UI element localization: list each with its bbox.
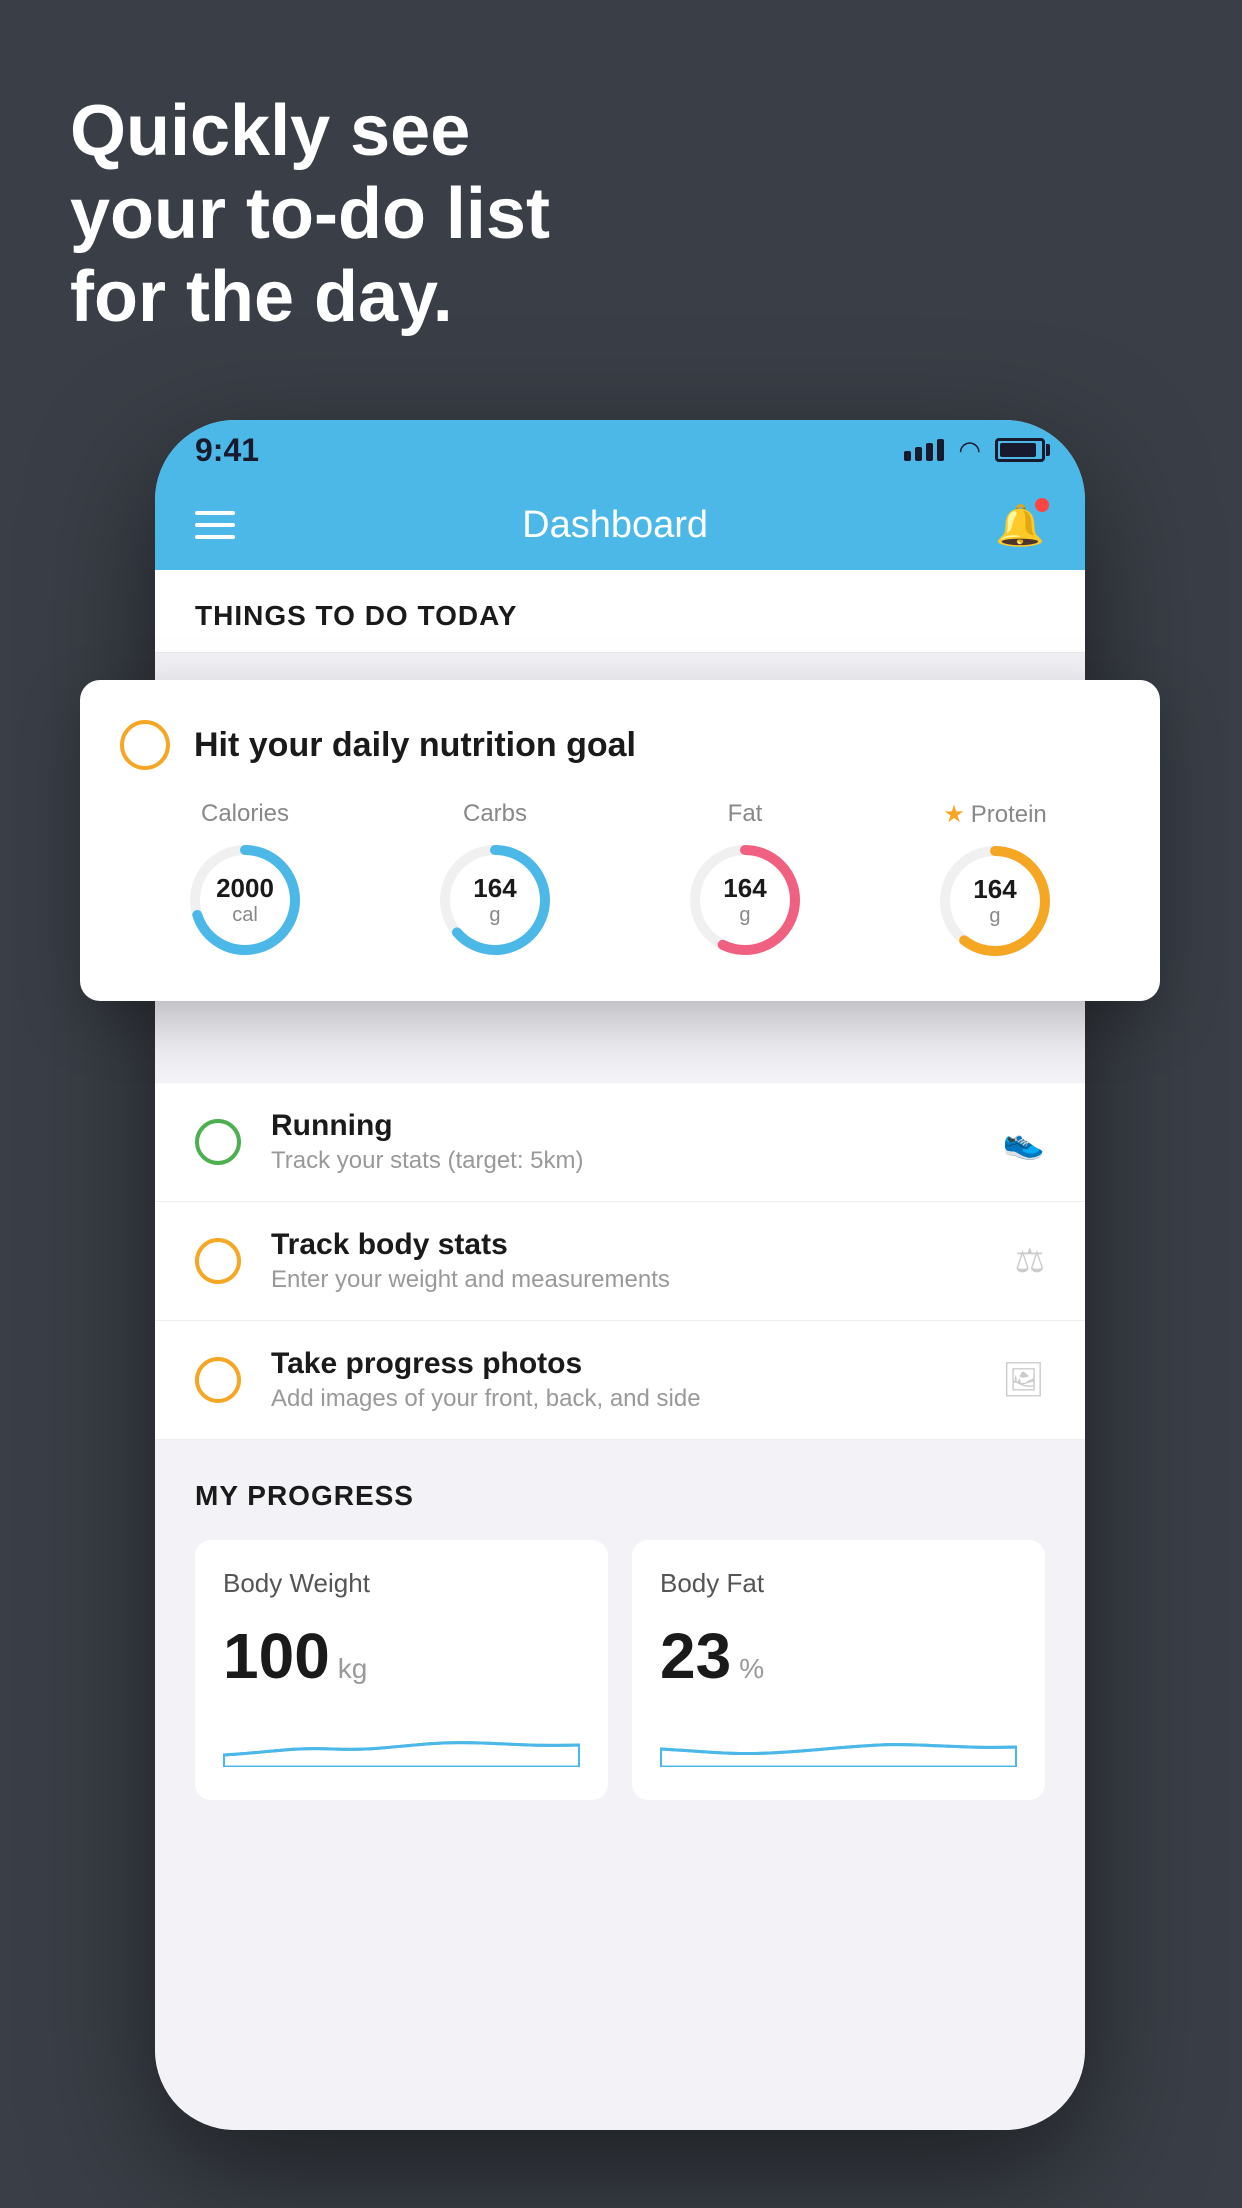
carbs-label: Carbs <box>463 800 527 828</box>
card-header-row: Hit your daily nutrition goal <box>120 720 1120 770</box>
carbs-donut: 164 g <box>435 840 555 960</box>
protein-label: ★ Protein <box>943 800 1047 829</box>
bodystats-circle <box>195 1238 241 1284</box>
photos-circle <box>195 1357 241 1403</box>
running-circle <box>195 1119 241 1165</box>
calories-item[interactable]: Calories 2000 cal <box>185 800 305 960</box>
list-item[interactable]: Running Track your stats (target: 5km) 👟 <box>155 1083 1085 1202</box>
protein-item[interactable]: ★ Protein 164 g <box>935 800 1055 961</box>
body-fat-sparkline <box>660 1717 1017 1767</box>
running-subtitle: Track your stats (target: 5km) <box>271 1147 973 1175</box>
nutrition-row: Calories 2000 cal Carbs <box>120 800 1120 961</box>
signal-icon <box>904 439 944 461</box>
photo-icon: 🖼 <box>1002 1360 1045 1400</box>
photos-subtitle: Add images of your front, back, and side <box>271 1385 972 1413</box>
carbs-value: 164 g <box>473 873 516 927</box>
body-fat-value: 23 <box>660 1619 731 1693</box>
calories-value: 2000 cal <box>216 873 274 927</box>
hamburger-menu[interactable] <box>195 511 235 539</box>
wifi-icon: ◠ <box>958 435 981 466</box>
todo-list: Running Track your stats (target: 5km) 👟… <box>155 1083 1085 1440</box>
battery-icon <box>995 438 1045 462</box>
list-item[interactable]: Track body stats Enter your weight and m… <box>155 1202 1085 1321</box>
body-weight-title: Body Weight <box>223 1568 580 1599</box>
status-time: 9:41 <box>195 432 259 469</box>
app-header: Dashboard 🔔 <box>155 480 1085 570</box>
fat-item[interactable]: Fat 164 g <box>685 800 805 960</box>
body-fat-card[interactable]: Body Fat 23 % <box>632 1540 1045 1800</box>
body-weight-card[interactable]: Body Weight 100 kg <box>195 1540 608 1800</box>
phone-frame: 9:41 ◠ Dashboard 🔔 THINGS TO <box>155 420 1085 2130</box>
header-title: Dashboard <box>522 504 708 547</box>
status-icons: ◠ <box>904 435 1045 466</box>
floating-card: Hit your daily nutrition goal Calories 2… <box>80 680 1160 1001</box>
fat-label: Fat <box>728 800 763 828</box>
bell-button[interactable]: 🔔 <box>995 502 1045 549</box>
progress-section: MY PROGRESS Body Weight 100 kg Body Fat <box>155 1440 1085 1840</box>
shoe-icon: 👟 <box>1003 1122 1045 1162</box>
calories-donut: 2000 cal <box>185 840 305 960</box>
carbs-item[interactable]: Carbs 164 g <box>435 800 555 960</box>
body-fat-value-row: 23 % <box>660 1619 1017 1693</box>
status-bar: 9:41 ◠ <box>155 420 1085 480</box>
body-fat-title: Body Fat <box>660 1568 1017 1599</box>
bodystats-title: Track body stats <box>271 1228 985 1262</box>
body-weight-value: 100 <box>223 1619 330 1693</box>
bodystats-text: Track body stats Enter your weight and m… <box>271 1228 985 1294</box>
protein-value: 164 g <box>973 874 1016 928</box>
photos-title: Take progress photos <box>271 1347 972 1381</box>
body-weight-value-row: 100 kg <box>223 1619 580 1693</box>
protein-donut: 164 g <box>935 841 1055 961</box>
fat-donut: 164 g <box>685 840 805 960</box>
progress-title: MY PROGRESS <box>195 1480 1045 1512</box>
body-weight-sparkline <box>223 1717 580 1767</box>
things-section-header: THINGS TO DO TODAY <box>155 570 1085 653</box>
list-item[interactable]: Take progress photos Add images of your … <box>155 1321 1085 1440</box>
scale-icon: ⚖ <box>1015 1241 1045 1281</box>
running-title: Running <box>271 1109 973 1143</box>
body-weight-unit: kg <box>338 1653 368 1685</box>
notification-dot <box>1035 498 1049 512</box>
card-title: Hit your daily nutrition goal <box>194 726 636 765</box>
body-fat-unit: % <box>739 1653 764 1685</box>
fat-value: 164 g <box>723 873 766 927</box>
calories-label: Calories <box>201 800 289 828</box>
headline: Quickly see your to-do list for the day. <box>70 90 550 338</box>
photos-text: Take progress photos Add images of your … <box>271 1347 972 1413</box>
bodystats-subtitle: Enter your weight and measurements <box>271 1266 985 1294</box>
running-text: Running Track your stats (target: 5km) <box>271 1109 973 1175</box>
card-circle-check <box>120 720 170 770</box>
protein-star: ★ <box>943 800 965 829</box>
progress-cards: Body Weight 100 kg Body Fat 23 % <box>195 1540 1045 1800</box>
things-section-title: THINGS TO DO TODAY <box>195 600 1045 632</box>
